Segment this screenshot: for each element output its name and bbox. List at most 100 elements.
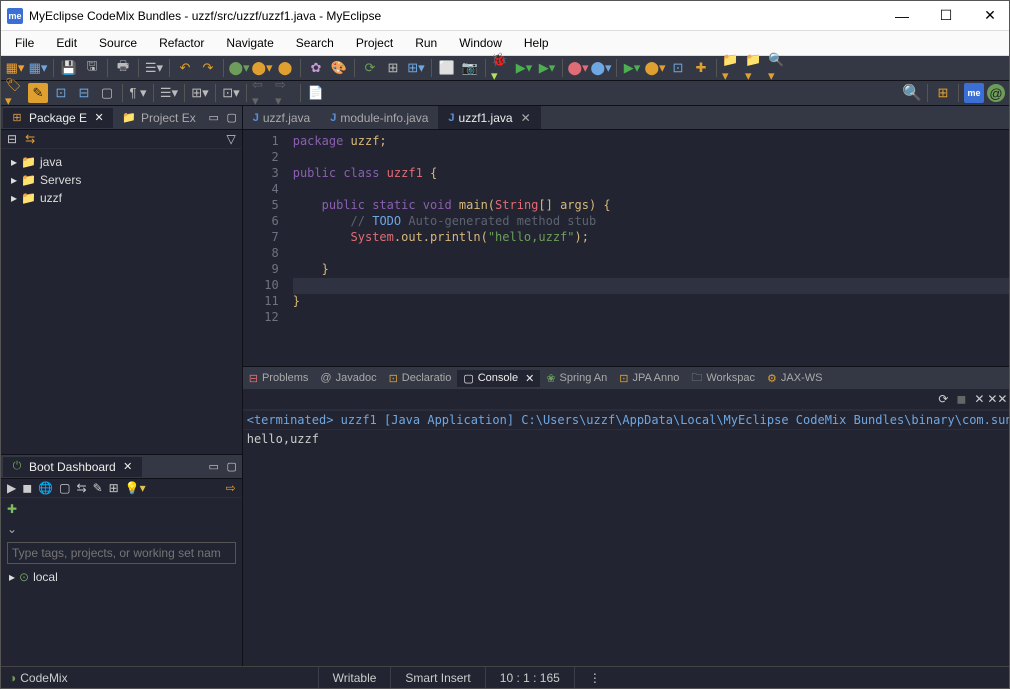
terminal-icon[interactable]: ▢ <box>97 83 117 103</box>
tab-declaration[interactable]: ⊡Declaratio <box>383 370 458 387</box>
camera-icon[interactable]: 📷 <box>460 58 480 78</box>
collapse-icon[interactable]: ⊡ <box>51 83 71 103</box>
console-dash-icon[interactable]: ▢ <box>59 481 70 495</box>
folder-icon[interactable]: 📁▾ <box>722 58 742 78</box>
edit-dash-icon[interactable]: ✎ <box>93 481 103 495</box>
maximize-view-icon[interactable]: ▢ <box>224 459 240 475</box>
status-writable[interactable]: Writable <box>318 667 391 688</box>
new-icon[interactable]: ▦▾ <box>5 58 25 78</box>
collapse-all-icon[interactable]: ⊟ <box>7 132 17 146</box>
minimize-view-icon[interactable]: ▭ <box>206 459 222 475</box>
tab-console[interactable]: ▢Console✕ <box>457 370 540 387</box>
boot-collapse-arrow[interactable]: ⌄ <box>1 520 242 538</box>
editor-tab-uzzf1[interactable]: J uzzf1.java ✕ <box>438 106 540 129</box>
redo-icon[interactable]: ↷ <box>198 58 218 78</box>
build-icon[interactable]: ✿ <box>306 58 326 78</box>
refresh-dash-icon[interactable]: ⇆ <box>77 481 87 495</box>
save-icon[interactable]: 💾 <box>59 58 79 78</box>
maximize-view-icon[interactable]: ▢ <box>224 110 240 126</box>
close-icon[interactable]: ✕ <box>525 372 534 385</box>
menu-help[interactable]: Help <box>514 33 559 53</box>
tab-spring[interactable]: ❀Spring An <box>540 370 613 387</box>
tab-project-explorer[interactable]: 📁 Project Ex <box>115 108 202 128</box>
tree-item-servers[interactable]: ▸ 📁 Servers <box>3 171 240 189</box>
menu-search[interactable]: Search <box>286 33 344 53</box>
deploy-icon[interactable]: ⬤▾ <box>568 58 588 78</box>
tag-icon[interactable]: 🏷▾ <box>5 83 25 103</box>
tab-workspace[interactable]: 🗀Workspac <box>685 367 761 389</box>
close-button[interactable]: ✕ <box>977 5 1003 27</box>
undo-icon[interactable]: ↶ <box>175 58 195 78</box>
close-tab-icon[interactable]: ✕ <box>521 111 531 125</box>
add-icon[interactable]: ✚ <box>691 58 711 78</box>
code-area[interactable]: package uzzf; public class uzzf1 { publi… <box>285 130 1009 366</box>
menu-navigate[interactable]: Navigate <box>216 33 283 53</box>
stop-icon[interactable]: ⬤ <box>275 58 295 78</box>
maximize-button[interactable]: ☐ <box>933 5 959 27</box>
editor-body[interactable]: 1 2 3 4 5 6 7 8 9 10 11 12 package uzzf;… <box>243 130 1009 366</box>
tree-item-uzzf[interactable]: ▸ 📁 uzzf <box>3 189 240 207</box>
restart-icon[interactable]: ⬤▾ <box>645 58 665 78</box>
coverage-icon[interactable]: ▶▾ <box>537 58 557 78</box>
menu-window[interactable]: Window <box>449 33 512 53</box>
layout-icon[interactable]: ⊞▾ <box>406 58 426 78</box>
expand-icon[interactable]: ⊟ <box>74 83 94 103</box>
debug-last-icon[interactable]: ⬤▾ <box>229 58 249 78</box>
bug-icon[interactable]: 🐞▾ <box>491 58 511 78</box>
task-icon[interactable]: ⊡▾ <box>221 83 241 103</box>
minimize-button[interactable]: — <box>889 5 915 27</box>
print-icon[interactable]: 🖶 <box>113 58 133 78</box>
play-icon[interactable]: ▶▾ <box>622 58 642 78</box>
run-icon[interactable]: ▶▾ <box>514 58 534 78</box>
wrap-icon[interactable]: ⊡ <box>668 58 688 78</box>
format-icon[interactable]: ⊞ <box>383 58 403 78</box>
close-icon[interactable]: ✕ <box>120 459 136 475</box>
search-icon[interactable]: 🔍▾ <box>768 58 788 78</box>
add-boot-icon[interactable]: ✚ <box>7 502 17 516</box>
run-dash-icon[interactable]: ▶ <box>7 481 16 495</box>
boot-item-local[interactable]: ▸ ⊙ local <box>1 568 242 586</box>
quick-search-icon[interactable]: 🔍 <box>902 83 922 103</box>
minimize-view-icon[interactable]: ▭ <box>206 110 222 126</box>
tab-package-explorer[interactable]: ⊞ Package E ✕ <box>3 108 113 128</box>
package-explorer-tree[interactable]: ▸ 📁 java ▸ 📁 Servers ▸ 📁 uzzf <box>1 149 242 454</box>
save-all-icon[interactable]: 🖫 <box>82 58 102 78</box>
tab-jaxws[interactable]: ⚙JAX-WS <box>761 370 828 387</box>
editor-tab-uzzf[interactable]: J uzzf.java <box>243 106 320 129</box>
home-icon[interactable]: 📄 <box>306 83 326 103</box>
highlight-icon[interactable]: ✎ <box>28 83 48 103</box>
paragraph-icon[interactable]: ¶ ▾ <box>128 83 148 103</box>
menu-source[interactable]: Source <box>89 33 147 53</box>
menu-run[interactable]: Run <box>405 33 447 53</box>
stop-dash-icon[interactable]: ◼ <box>22 481 32 495</box>
view-menu-icon[interactable]: ▽ <box>227 132 236 146</box>
refresh-icon[interactable]: ⟳ <box>360 58 380 78</box>
link-editor-icon[interactable]: ⇆ <box>25 132 35 146</box>
menu-file[interactable]: File <box>5 33 44 53</box>
close-icon[interactable]: ✕ <box>91 110 107 126</box>
palette-icon[interactable]: 🎨 <box>329 58 349 78</box>
tree-item-java[interactable]: ▸ 📁 java <box>3 153 240 171</box>
myeclipse-icon[interactable]: me <box>964 83 984 103</box>
status-menu[interactable]: ⋮ <box>574 667 615 688</box>
editor-tab-module-info[interactable]: J module-info.java <box>320 106 438 129</box>
refresh-console-icon[interactable]: ⟳ <box>935 391 951 407</box>
status-position[interactable]: 10 : 1 : 165 <box>485 667 574 688</box>
server-icon[interactable]: ⬤▾ <box>591 58 611 78</box>
forward-icon[interactable]: ⇨ ▾ <box>275 83 295 103</box>
remove-all-icon[interactable]: ✕✕ <box>989 391 1005 407</box>
browser-icon[interactable]: 🌐 <box>38 481 53 495</box>
bulb-icon[interactable]: 💡▾ <box>125 481 146 495</box>
status-insert[interactable]: Smart Insert <box>390 667 484 688</box>
perspective-java-icon[interactable]: ⊞ <box>933 83 953 103</box>
stop-process-icon[interactable]: ◼ <box>953 391 969 407</box>
view-menu-icon[interactable]: ⇨ <box>226 481 236 495</box>
tab-boot-dashboard[interactable]: ⏻ Boot Dashboard ✕ <box>3 457 142 477</box>
tab-javadoc[interactable]: @Javadoc <box>314 370 382 386</box>
tab-jpa[interactable]: ⊡JPA Anno <box>613 370 685 387</box>
menu-project[interactable]: Project <box>346 33 403 53</box>
new-project-icon[interactable]: ▦▾ <box>28 58 48 78</box>
back-icon[interactable]: ⇦ ▾ <box>252 83 272 103</box>
status-codemix[interactable]: ◑ CodeMix <box>1 671 68 685</box>
codemix-icon[interactable]: @ <box>987 84 1005 102</box>
